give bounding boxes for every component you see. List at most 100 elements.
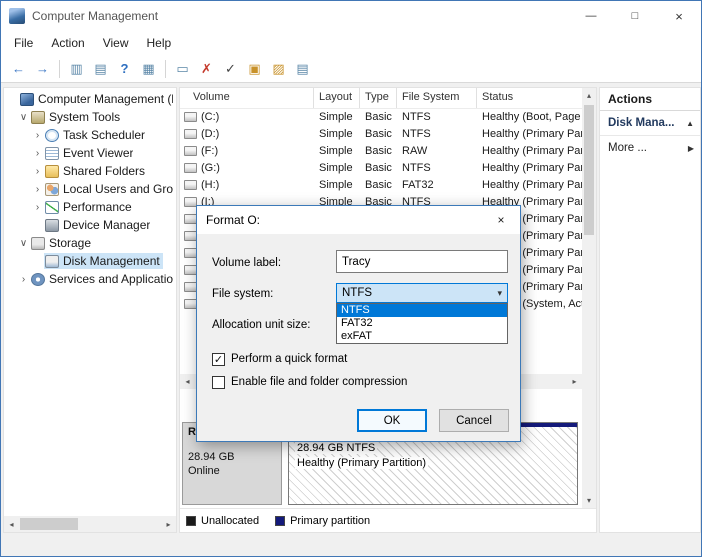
quick-format-checkbox[interactable]: ✓ Perform a quick format <box>212 352 407 366</box>
volume-icon <box>184 162 197 173</box>
compression-checkbox[interactable]: Enable file and folder compression <box>212 375 407 389</box>
mark-partition-icon[interactable]: ✓ <box>219 58 242 80</box>
volume-name: (H:) <box>201 178 220 191</box>
tree-horizontal-scrollbar[interactable]: ◂ ▸ <box>4 516 176 532</box>
column-layout[interactable]: Layout <box>314 88 360 108</box>
column-volume[interactable]: Volume <box>180 88 314 108</box>
allocation-unit-label: Allocation unit size: <box>212 319 311 331</box>
tree-chevron-icon[interactable]: › <box>31 130 44 141</box>
actions-group-label: Disk Mana... <box>608 117 675 129</box>
scroll-right-icon[interactable]: ▸ <box>567 374 582 389</box>
task-scheduler-icon <box>45 128 59 142</box>
users-icon <box>45 182 59 196</box>
show-console-tree-icon[interactable]: ▥ <box>65 58 88 80</box>
option-exfat[interactable]: exFAT <box>337 330 507 343</box>
tree-item-services-applications[interactable]: › Services and Applicatio <box>4 270 176 288</box>
dialog-body: Volume label: File system: NTFS ▾ NTFSFA… <box>197 234 520 441</box>
scroll-left-icon[interactable]: ◂ <box>4 516 19 532</box>
menu-view[interactable]: View <box>94 33 138 53</box>
ok-button[interactable]: OK <box>357 409 427 432</box>
dialog-close-button[interactable]: × <box>482 206 520 234</box>
scroll-down-icon[interactable]: ▾ <box>582 493 596 508</box>
more-actions[interactable]: More ... ▶ <box>600 136 700 160</box>
tree-item-content: Computer Management (l <box>19 91 176 107</box>
tree-item-label: Event Viewer <box>63 146 134 160</box>
tree-chevron-icon[interactable]: › <box>31 202 44 213</box>
tree-item-task-scheduler[interactable]: › Task Scheduler <box>4 126 176 144</box>
column-type[interactable]: Type <box>360 88 397 108</box>
volume-type: Basic <box>365 161 392 174</box>
volume-row[interactable]: (G:) Simple Basic NTFS Healthy (Primary … <box>180 159 582 176</box>
column-status[interactable]: Status <box>477 88 582 108</box>
file-system-select[interactable]: NTFS ▾ <box>336 283 508 303</box>
legend-color-swatch <box>275 515 286 526</box>
volume-layout: Simple <box>319 161 353 174</box>
actions-header: Actions <box>600 88 700 111</box>
volume-row[interactable]: (D:) Simple Basic NTFS Healthy (Primary … <box>180 125 582 142</box>
forward-icon[interactable]: → <box>31 58 54 80</box>
legend: Unallocated Primary partition <box>180 508 596 532</box>
column-file-system[interactable]: File System <box>397 88 477 108</box>
tree-item-label: Device Manager <box>63 218 151 232</box>
volume-label-input[interactable] <box>336 250 508 273</box>
window-title: Computer Management <box>32 9 159 23</box>
computer-mgmt-icon <box>20 92 34 106</box>
tree-chevron-icon[interactable]: ∨ <box>17 238 30 249</box>
volume-status: Healthy (Primary Part <box>482 127 582 140</box>
volume-icon <box>184 145 197 156</box>
scroll-right-icon[interactable]: ▸ <box>161 516 176 532</box>
volume-row[interactable]: (F:) Simple Basic RAW Healthy (Primary P… <box>180 142 582 159</box>
scrollbar-thumb[interactable] <box>584 105 594 235</box>
volume-row[interactable]: (C:) Simple Basic NTFS Healthy (Boot, Pa… <box>180 108 582 125</box>
scrollbar-thumb[interactable] <box>20 518 78 530</box>
volume-layout: Simple <box>319 144 353 157</box>
tree-chevron-icon[interactable]: › <box>31 148 44 159</box>
menu-action[interactable]: Action <box>42 33 93 53</box>
tree-item-system-tools[interactable]: ∨ System Tools <box>4 108 176 126</box>
volume-row[interactable]: (H:) Simple Basic FAT32 Healthy (Primary… <box>180 176 582 193</box>
tree-item-event-viewer[interactable]: › Event Viewer <box>4 144 176 162</box>
console-window-icon[interactable]: ▦ <box>137 58 160 80</box>
dialog-titlebar: Format O: × <box>197 206 520 234</box>
menu-file[interactable]: File <box>5 33 42 53</box>
menu-help[interactable]: Help <box>138 33 181 53</box>
help-icon[interactable]: ? <box>113 58 136 80</box>
tree-item-device-manager[interactable]: Device Manager <box>4 216 176 234</box>
tree-item-label: Local Users and Gro <box>63 182 173 196</box>
open-folder-icon[interactable]: ▨ <box>267 58 290 80</box>
tree-chevron-icon[interactable]: ∨ <box>17 112 30 123</box>
tree-chevron-icon[interactable]: › <box>31 184 44 195</box>
tree-item-local-users-groups[interactable]: › Local Users and Gro <box>4 180 176 198</box>
tree-item-storage[interactable]: ∨ Storage <box>4 234 176 252</box>
explore-icon[interactable]: ▣ <box>243 58 266 80</box>
back-icon[interactable]: ← <box>7 58 30 80</box>
delete-volume-icon[interactable]: ✗ <box>195 58 218 80</box>
export-list-icon[interactable]: ▤ <box>89 58 112 80</box>
tree-item-computer-management[interactable]: Computer Management (l <box>4 90 176 108</box>
storage-icon <box>31 236 45 250</box>
tree-item-shared-folders[interactable]: › Shared Folders <box>4 162 176 180</box>
tree-chevron-icon[interactable]: › <box>17 274 30 285</box>
tree-item-label: Services and Applicatio <box>49 272 173 286</box>
feedback-icon[interactable]: ▭ <box>171 58 194 80</box>
tree-chevron-icon[interactable]: › <box>31 166 44 177</box>
minimize-button[interactable]: — <box>569 1 613 31</box>
close-button[interactable]: × <box>657 1 701 31</box>
tree-item-disk-management[interactable]: Disk Management <box>4 252 176 270</box>
disk-management-actions-group[interactable]: Disk Mana... ▲ <box>600 111 700 136</box>
tree-item-label: Storage <box>49 236 92 250</box>
option-fat32[interactable]: FAT32 <box>337 317 507 330</box>
cancel-button[interactable]: Cancel <box>439 409 509 432</box>
scroll-up-icon[interactable]: ▴ <box>582 88 596 103</box>
option-ntfs[interactable]: NTFS <box>337 304 507 317</box>
more-actions-label: More ... <box>608 142 647 154</box>
partition-size: 28.94 GB NTFS <box>295 442 378 454</box>
volume-vertical-scrollbar[interactable]: ▴ ▾ <box>582 88 596 508</box>
scroll-left-icon[interactable]: ◂ <box>180 374 195 389</box>
properties-icon[interactable]: ▤ <box>291 58 314 80</box>
volume-type: Basic <box>365 110 392 123</box>
volume-name: (F:) <box>201 144 219 157</box>
maximize-button[interactable]: □ <box>613 1 657 31</box>
tree-item-performance[interactable]: › Performance <box>4 198 176 216</box>
collapse-icon[interactable]: ▲ <box>686 119 694 128</box>
